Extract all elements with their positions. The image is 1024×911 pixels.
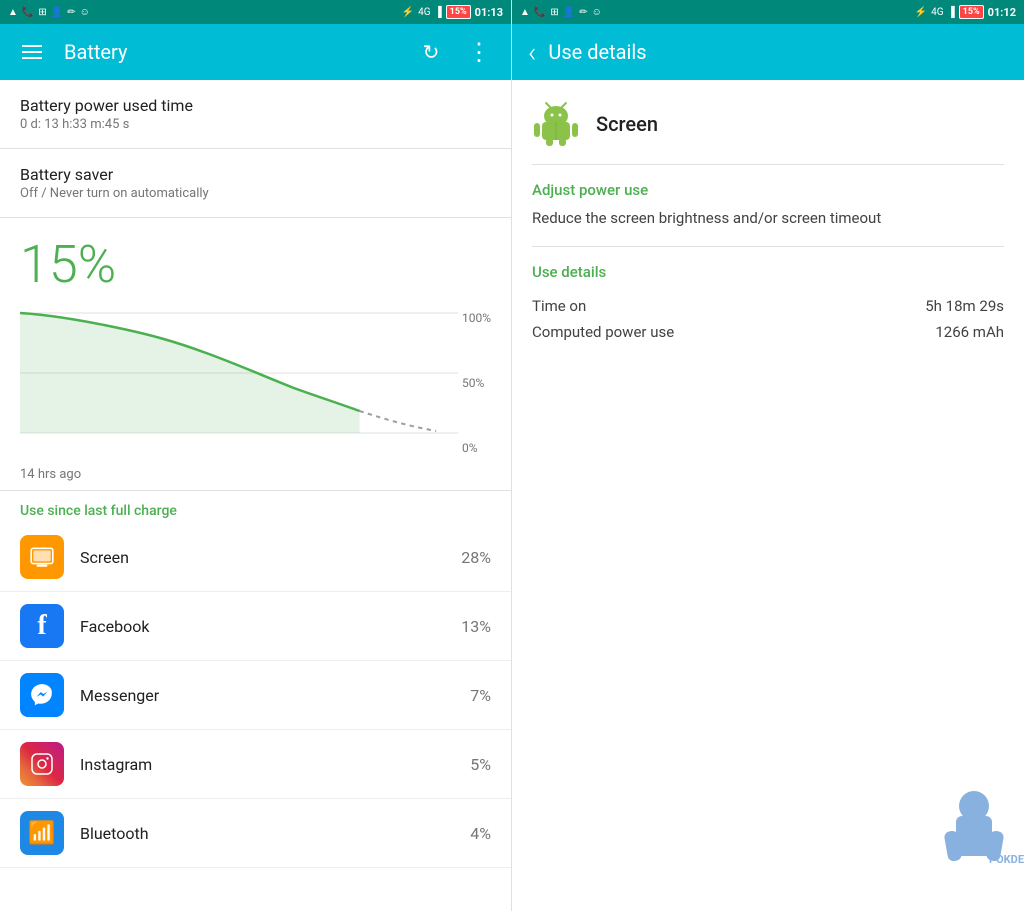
battery-saver-title: Battery saver: [20, 165, 491, 184]
signal-bars-icon: ▐: [435, 7, 442, 18]
bluetooth-app-percent: 4%: [470, 824, 491, 843]
messenger-app-name: Messenger: [80, 686, 454, 705]
android-icon: [532, 100, 580, 148]
r-edit-icon: ✏: [579, 7, 587, 18]
bluetooth-app-name: Bluetooth: [80, 824, 454, 843]
r-signal-bars-icon: ▐: [948, 7, 955, 18]
computed-power-label: Computed power use: [532, 323, 674, 341]
chart-label-100: 100%: [462, 311, 491, 325]
left-status-time: 01:13: [475, 6, 503, 19]
chart-label-50: 50%: [462, 376, 491, 390]
chart-time-label: 14 hrs ago: [0, 463, 511, 490]
adjust-power-text: Reduce the screen brightness and/or scre…: [532, 207, 1004, 247]
use-details-label: Use details: [532, 263, 1004, 281]
right-toolbar-title: Use details: [548, 40, 646, 64]
right-status-time: 01:12: [988, 6, 1016, 19]
messenger-app-percent: 7%: [470, 686, 491, 705]
battery-saver-value: Off / Never turn on automatically: [20, 186, 491, 201]
time-on-row: Time on 5h 18m 29s: [532, 297, 1004, 315]
edit-icon: ✏: [67, 7, 75, 18]
computed-power-row: Computed power use 1266 mAh: [532, 323, 1004, 341]
phone-icon: 📞: [22, 7, 34, 18]
battery-power-used-section: Battery power used time 0 d: 13 h:33 m:4…: [0, 80, 511, 149]
signal-icon-4g: 4G: [418, 7, 430, 18]
use-since-title: Use since last full charge: [20, 503, 491, 519]
use-since-section: Use since last full charge: [0, 490, 511, 523]
facebook-app-percent: 13%: [461, 617, 491, 636]
r-bluetooth-status-icon: ⚡: [915, 7, 927, 18]
r-person-icon: 👤: [563, 7, 575, 18]
time-on-label: Time on: [532, 297, 586, 315]
screen-app-percent: 28%: [461, 548, 491, 567]
r-signal-icon-4g: 4G: [931, 7, 943, 18]
instagram-app-percent: 5%: [470, 755, 491, 774]
facebook-app-icon: f: [20, 604, 64, 648]
left-content-scroll[interactable]: Battery power used time 0 d: 13 h:33 m:4…: [0, 80, 511, 911]
battery-power-used-value: 0 d: 13 h:33 m:45 s: [20, 117, 491, 132]
r-screenshot-icon: ⊞: [550, 7, 558, 18]
battery-power-used-title: Battery power used time: [20, 96, 491, 115]
screen-app-name: Screen: [80, 548, 445, 567]
battery-saver-section[interactable]: Battery saver Off / Never turn on automa…: [0, 149, 511, 218]
list-item[interactable]: Instagram 5%: [0, 730, 511, 799]
bluetooth-app-icon: 📶: [20, 811, 64, 855]
notification-icon: ▲: [8, 7, 18, 18]
r-phone-icon: 📞: [534, 7, 546, 18]
battery-status-badge: 15%: [446, 5, 471, 19]
app-usage-list: Screen 28% f Facebook 13%: [0, 523, 511, 868]
r-smiley-icon: ☺: [592, 7, 602, 18]
screenshot-icon: ⊞: [38, 7, 46, 18]
screen-detail-title: Screen: [596, 112, 658, 136]
battery-percent-display: 15%: [0, 218, 511, 303]
adjust-power-section: Adjust power use Reduce the screen brigh…: [532, 181, 1004, 247]
messenger-app-icon: [20, 673, 64, 717]
right-content-scroll[interactable]: Screen Adjust power use Reduce the scree…: [512, 80, 1024, 911]
more-options-button[interactable]: ⋮: [463, 36, 495, 68]
person-icon: 👤: [51, 7, 63, 18]
left-toolbar-title: Battery: [64, 40, 399, 64]
computed-power-value: 1266 mAh: [935, 323, 1004, 341]
screen-app-icon: [20, 535, 64, 579]
hamburger-menu-button[interactable]: [16, 36, 48, 68]
list-item[interactable]: 📶 Bluetooth 4%: [0, 799, 511, 868]
list-item[interactable]: Messenger 7%: [0, 661, 511, 730]
r-notification-icon: ▲: [520, 7, 530, 18]
instagram-app-icon: [20, 742, 64, 786]
bluetooth-status-icon: ⚡: [402, 7, 414, 18]
smiley-icon: ☺: [80, 7, 90, 18]
screen-detail-header: Screen: [532, 100, 1004, 165]
use-details-section: Use details Time on 5h 18m 29s Computed …: [532, 263, 1004, 341]
back-button[interactable]: ‹: [528, 36, 536, 69]
chart-labels: 100% 50% 0%: [462, 303, 491, 463]
refresh-button[interactable]: ↻: [415, 36, 447, 68]
chart-label-0: 0%: [462, 441, 491, 455]
right-toolbar: ‹ Use details: [512, 24, 1024, 80]
adjust-power-label: Adjust power use: [532, 181, 1004, 199]
r-battery-status-badge: 15%: [959, 5, 984, 19]
time-on-value: 5h 18m 29s: [925, 297, 1004, 315]
facebook-app-name: Facebook: [80, 617, 445, 636]
left-toolbar: Battery ↻ ⋮: [0, 24, 511, 80]
instagram-app-name: Instagram: [80, 755, 454, 774]
list-item[interactable]: f Facebook 13%: [0, 592, 511, 661]
list-item[interactable]: Screen 28%: [0, 523, 511, 592]
battery-chart: 100% 50% 0%: [0, 303, 511, 463]
